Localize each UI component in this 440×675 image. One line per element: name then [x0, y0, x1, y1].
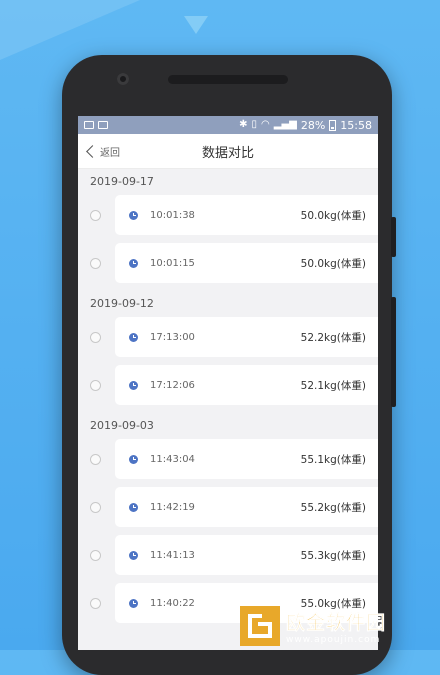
battery-icon: [329, 119, 337, 131]
record-value: 55.3kg(体重): [300, 549, 366, 562]
vibrate-icon: ▯: [251, 119, 258, 130]
record-value: 50.0kg(体重): [300, 257, 366, 270]
watermark: 欧金软件园 www.apoujin.com: [240, 604, 436, 648]
record-row: 11:42:19 55.2kg(体重): [78, 487, 378, 527]
record-value: 50.0kg(体重): [300, 209, 366, 222]
clock-icon: [129, 454, 138, 464]
record-list: 2019-09-17 10:01:38 50.0kg(体重) 10:01:15 …: [78, 169, 378, 623]
record-row: 11:41:13 55.3kg(体重): [78, 535, 378, 575]
watermark-logo-icon: [240, 606, 280, 646]
record-value: 55.2kg(体重): [300, 501, 366, 514]
notification-icon: [98, 121, 108, 129]
clock-icon: [129, 502, 138, 512]
group-date: 2019-09-03: [90, 419, 154, 432]
select-radio[interactable]: [90, 597, 101, 609]
gallery-notification-icon: [84, 121, 94, 129]
wifi-icon: ◠: [261, 119, 270, 130]
record-card[interactable]: 10:01:38 50.0kg(体重): [115, 195, 378, 235]
record-value: 55.1kg(体重): [300, 453, 366, 466]
clock-icon: [129, 258, 138, 268]
record-row: 10:01:38 50.0kg(体重): [78, 195, 378, 235]
speaker-grille: [168, 75, 288, 84]
record-row: 10:01:15 50.0kg(体重): [78, 243, 378, 283]
clock-icon: [129, 598, 138, 608]
record-time: 10:01:38: [150, 209, 195, 221]
record-time: 11:40:22: [150, 597, 195, 609]
select-radio[interactable]: [90, 453, 101, 465]
group-date: 2019-09-12: [90, 297, 154, 310]
battery-percent: 28%: [300, 118, 326, 132]
select-radio[interactable]: [90, 257, 101, 269]
clock-icon: [129, 550, 138, 560]
bluetooth-icon: ✱: [239, 119, 248, 130]
clock-icon: [129, 380, 138, 390]
record-row: 17:12:06 52.1kg(体重): [78, 365, 378, 405]
back-button[interactable]: 返回: [86, 134, 120, 168]
record-card[interactable]: 11:42:19 55.2kg(体重): [115, 487, 378, 527]
chevron-left-icon: [86, 144, 99, 158]
record-row: 17:13:00 52.2kg(体重): [78, 317, 378, 357]
record-card[interactable]: 11:43:04 55.1kg(体重): [115, 439, 378, 479]
watermark-url: www.apoujin.com: [286, 634, 381, 645]
camera-icon: [117, 73, 129, 85]
select-radio[interactable]: [90, 331, 101, 343]
record-time: 11:43:04: [150, 453, 195, 465]
page-title: 数据对比: [201, 145, 254, 161]
select-radio[interactable]: [90, 379, 101, 391]
record-card[interactable]: 11:41:13 55.3kg(体重): [115, 535, 378, 575]
record-card[interactable]: 17:12:06 52.1kg(体重): [115, 365, 378, 405]
watermark-name: 欧金软件园: [286, 611, 387, 634]
clock-icon: [129, 210, 138, 220]
select-radio[interactable]: [90, 549, 101, 561]
record-time: 11:42:19: [150, 501, 195, 513]
record-value: 52.1kg(体重): [300, 379, 366, 392]
record-time: 17:12:06: [150, 379, 195, 391]
select-radio[interactable]: [90, 209, 101, 221]
nav-bar: 返回 数据对比: [78, 134, 378, 169]
app-screen: ✱ ▯ ◠ ▂▄▆ 28% 15:58 返回 数据对比 2019-09-17 1…: [78, 116, 378, 650]
select-radio[interactable]: [90, 501, 101, 513]
record-row: 11:43:04 55.1kg(体重): [78, 439, 378, 479]
triangle-decoration: [184, 16, 208, 34]
clock-time: 15:58: [340, 118, 372, 132]
power-button: [391, 217, 396, 257]
volume-button: [391, 297, 396, 407]
clock-icon: [129, 332, 138, 342]
record-card[interactable]: 17:13:00 52.2kg(体重): [115, 317, 378, 357]
background-decoration: [0, 0, 140, 60]
record-time: 11:41:13: [150, 549, 195, 561]
group-date: 2019-09-17: [90, 175, 154, 188]
signal-icon: ▂▄▆: [273, 119, 297, 130]
record-time: 10:01:15: [150, 257, 195, 269]
record-time: 17:13:00: [150, 331, 195, 343]
record-value: 52.2kg(体重): [300, 331, 366, 344]
status-bar: ✱ ▯ ◠ ▂▄▆ 28% 15:58: [78, 116, 378, 134]
back-label: 返回: [100, 147, 120, 159]
record-card[interactable]: 10:01:15 50.0kg(体重): [115, 243, 378, 283]
